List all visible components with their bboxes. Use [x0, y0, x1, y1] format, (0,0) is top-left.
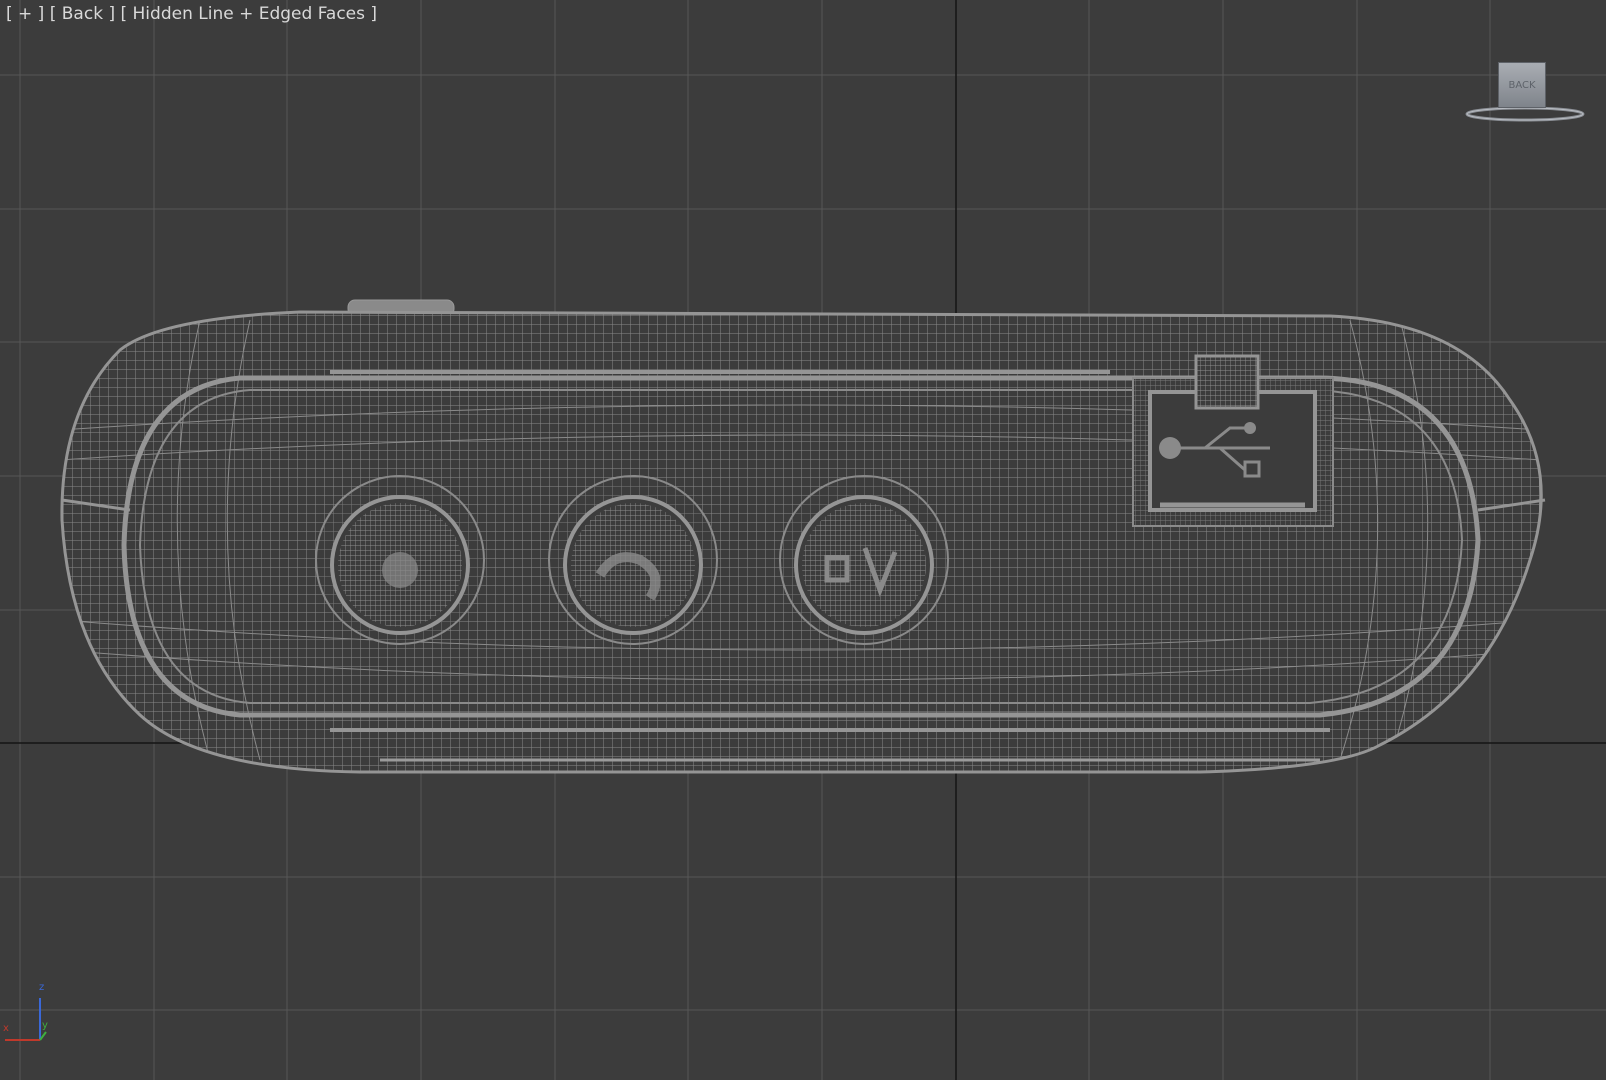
viewport-shading-button[interactable]: [ Hidden Line + Edged Faces ] — [120, 4, 377, 24]
axis-tripod: z x y — [0, 980, 60, 1050]
knob-2[interactable] — [548, 475, 718, 645]
viewcube-face-back[interactable]: BACK — [1498, 62, 1546, 108]
axis-z-label: z — [39, 982, 45, 993]
axis-y-label: y — [42, 1020, 48, 1031]
knob-3[interactable] — [779, 475, 949, 645]
viewport-menu-button[interactable]: [ + ] — [6, 4, 44, 24]
usb-port[interactable] — [1132, 354, 1334, 527]
axis-x-label: x — [3, 1023, 9, 1034]
knob-1[interactable] — [315, 475, 485, 645]
viewport-point-of-view-button[interactable]: [ Back ] — [50, 4, 115, 24]
axis-tripod-icon — [5, 998, 47, 1041]
viewcube[interactable]: BACK — [1462, 58, 1588, 128]
viewport-scene[interactable] — [0, 0, 1606, 1080]
viewport-label: [ + ] [ Back ] [ Hidden Line + Edged Fac… — [6, 4, 377, 24]
back-viewport[interactable]: [ + ] [ Back ] [ Hidden Line + Edged Fac… — [0, 0, 1606, 1080]
wireframe-model[interactable] — [50, 299, 1570, 780]
